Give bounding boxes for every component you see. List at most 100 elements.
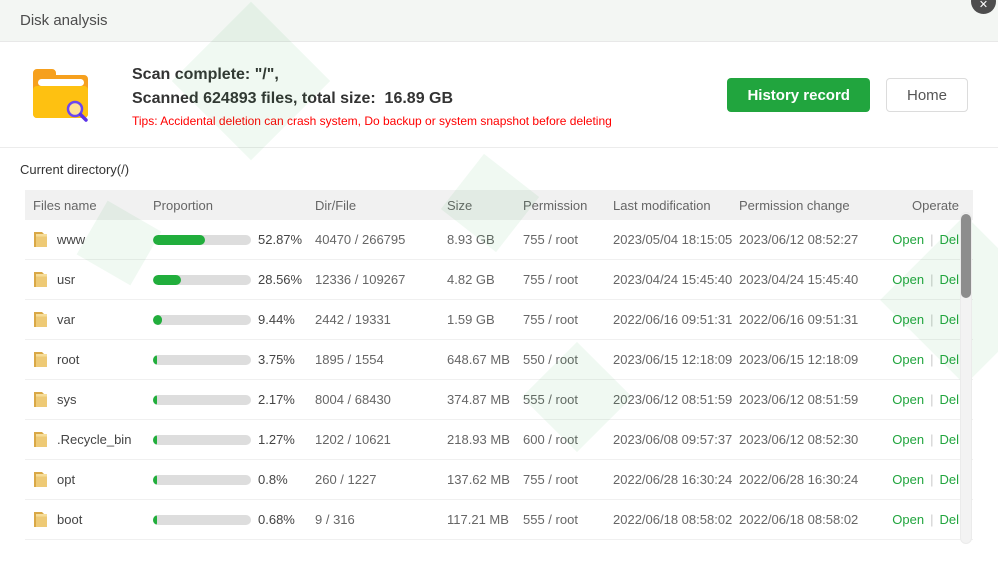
proportion-bar: [153, 235, 251, 245]
file-name[interactable]: var: [57, 312, 75, 327]
column-header-permission-change: Permission change: [735, 198, 865, 213]
file-size: 4.82 GB: [441, 272, 517, 287]
home-button[interactable]: Home: [886, 78, 968, 112]
proportion-bar-fill: [153, 395, 157, 405]
permission-change: 2023/04/24 15:45:40: [735, 272, 865, 287]
proportion-value: 28.56%: [258, 272, 302, 287]
dir-file-count: 2442 / 19331: [309, 312, 441, 327]
permission-change: 2023/06/12 08:52:30: [735, 432, 865, 447]
permission-change: 2023/06/12 08:51:59: [735, 392, 865, 407]
open-link[interactable]: Open: [892, 232, 924, 247]
open-link[interactable]: Open: [892, 472, 924, 487]
del-link[interactable]: Del: [939, 352, 959, 367]
file-name[interactable]: sys: [57, 392, 77, 407]
open-link[interactable]: Open: [892, 272, 924, 287]
column-header-dir-file: Dir/File: [309, 198, 441, 213]
folder-icon: [33, 510, 48, 530]
page-title: Disk analysis: [20, 12, 108, 29]
permission: 555 / root: [517, 392, 609, 407]
del-link[interactable]: Del: [939, 232, 959, 247]
proportion-bar: [153, 475, 251, 485]
file-name[interactable]: root: [57, 352, 79, 367]
proportion-bar-fill: [153, 475, 157, 485]
last-modification: 2022/06/28 16:30:24: [609, 472, 735, 487]
folder-icon: [33, 270, 48, 290]
table-body: www 52.87% 40470 / 266795 8.93 GB 755 / …: [25, 220, 973, 540]
proportion-value: 3.75%: [258, 352, 295, 367]
last-modification: 2023/05/04 18:15:05: [609, 232, 735, 247]
operate-separator: |: [930, 272, 933, 287]
operate-cell: Open | Del: [865, 392, 973, 407]
permission-change: 2023/06/12 08:52:27: [735, 232, 865, 247]
file-size: 8.93 GB: [441, 232, 517, 247]
folder-icon: [33, 470, 48, 490]
proportion-bar: [153, 395, 251, 405]
permission-change: 2023/06/15 12:18:09: [735, 352, 865, 367]
open-link[interactable]: Open: [892, 512, 924, 527]
operate-cell: Open|Del: [865, 312, 973, 327]
proportion-bar-fill: [153, 355, 157, 365]
folder-icon: [33, 350, 48, 370]
proportion-bar-fill: [153, 275, 181, 285]
folder-icon: [33, 430, 48, 450]
window-titlebar: Disk analysis: [0, 0, 998, 42]
column-header-proportion: Proportion: [145, 198, 309, 213]
proportion-bar: [153, 515, 251, 525]
file-name[interactable]: www: [57, 232, 85, 247]
table-scrollbar-track[interactable]: [960, 212, 972, 544]
open-link[interactable]: Open: [892, 352, 924, 367]
operate-separator: |: [930, 352, 933, 367]
del-link[interactable]: Del: [939, 432, 959, 447]
operate-separator: |: [930, 392, 933, 407]
permission: 755 / root: [517, 472, 609, 487]
permission: 755 / root: [517, 232, 609, 247]
del-link[interactable]: Del: [939, 472, 959, 487]
last-modification: 2023/06/15 12:18:09: [609, 352, 735, 367]
del-link[interactable]: Del: [939, 272, 959, 287]
dir-file-count: 1202 / 10621: [309, 432, 441, 447]
del-link[interactable]: Del: [939, 512, 959, 527]
open-link[interactable]: Open: [892, 392, 924, 407]
proportion-bar: [153, 275, 251, 285]
file-name[interactable]: boot: [57, 512, 82, 527]
operate-cell: Open | Del: [865, 432, 973, 447]
scan-summary-section: Scan complete: "/", Scanned 624893 files…: [0, 43, 998, 148]
del-link[interactable]: Del: [939, 392, 959, 407]
file-name[interactable]: .Recycle_bin: [57, 432, 131, 447]
permission: 755 / root: [517, 272, 609, 287]
dir-file-count: 1895 / 1554: [309, 352, 441, 367]
open-link[interactable]: Open: [892, 432, 924, 447]
history-record-button[interactable]: History record: [727, 78, 870, 112]
folder-icon: [33, 390, 48, 410]
file-name[interactable]: usr: [57, 272, 75, 287]
proportion-value: 9.44%: [258, 312, 295, 327]
operate-cell: Open | Del: [865, 272, 973, 287]
proportion-value: 2.17%: [258, 392, 295, 407]
permission-change: 2022/06/18 08:58:02: [735, 512, 865, 527]
table-scrollbar-thumb[interactable]: [961, 214, 971, 298]
scan-tips: Tips: Accidental deletion can crash syst…: [132, 114, 727, 128]
operate-separator: |: [930, 472, 933, 487]
table-row: usr 28.56% 12336 / 109267 4.82 GB 755 / …: [25, 260, 973, 300]
proportion-value: 1.27%: [258, 432, 295, 447]
disk-analysis-window: Disk analysis ✕ Scan complete: "/", Scan…: [0, 0, 998, 567]
table-row: var 9.44% 2442 / 19331 1.59 GB 755 / roo…: [25, 300, 973, 340]
del-link[interactable]: Del: [939, 312, 959, 327]
table-row: sys 2.17% 8004 / 68430 374.87 MB 555 / r…: [25, 380, 973, 420]
permission: 755 / root: [517, 312, 609, 327]
operate-cell: Open | Del: [865, 472, 973, 487]
column-header-files-name: Files name: [25, 198, 145, 213]
file-size: 218.93 MB: [441, 432, 517, 447]
scan-stats-line: Scanned 624893 files, total size: 16.89 …: [132, 87, 727, 111]
file-name[interactable]: opt: [57, 472, 75, 487]
permission: 550 / root: [517, 352, 609, 367]
table-header-row: Files nameProportionDir/FileSizePermissi…: [25, 190, 973, 220]
operate-separator: |: [930, 432, 933, 447]
proportion-bar: [153, 435, 251, 445]
operate-separator: |: [930, 232, 933, 247]
open-link[interactable]: Open: [892, 312, 924, 327]
file-size: 137.62 MB: [441, 472, 517, 487]
proportion-bar: [153, 315, 251, 325]
proportion-value: 0.8%: [258, 472, 288, 487]
file-size: 374.87 MB: [441, 392, 517, 407]
